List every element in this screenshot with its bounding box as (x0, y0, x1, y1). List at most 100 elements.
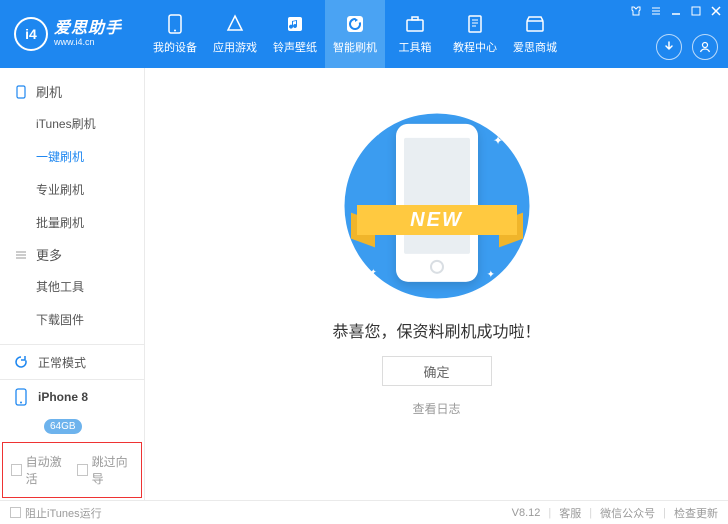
sidebar-item-oneclick[interactable]: 一键刷机 (0, 140, 144, 173)
view-log-label: 查看日志 (412, 402, 460, 416)
checkbox-label: 阻止iTunes运行 (25, 505, 102, 521)
checkbox-block-itunes[interactable]: 阻止iTunes运行 (10, 505, 102, 521)
checkbox-label: 自动激活 (26, 453, 67, 487)
menu-icon[interactable] (648, 3, 664, 19)
bottom-checks: 自动激活 跳过向导 (2, 442, 142, 498)
nav-label: 应用游戏 (213, 39, 257, 55)
checkbox-label: 跳过向导 (92, 453, 133, 487)
nav-ringtones[interactable]: 铃声壁纸 (265, 0, 325, 68)
app-title: 爱思助手 (54, 20, 122, 38)
sidebar-item-label: 下载固件 (36, 313, 84, 327)
storage-row: 64GB (12, 418, 132, 432)
footer: 阻止iTunes运行 V8.12 | 客服 | 微信公众号 | 检查更新 (0, 500, 728, 524)
sidebar-item-batch[interactable]: 批量刷机 (0, 206, 144, 239)
sidebar-item-label: 一键刷机 (36, 150, 84, 164)
sidebar-item-label: 其他工具 (36, 280, 84, 294)
sidebar-scroll: 刷机 iTunes刷机 一键刷机 专业刷机 批量刷机 更多 其他工具 下载固件 … (0, 68, 144, 344)
body: 刷机 iTunes刷机 一键刷机 专业刷机 批量刷机 更多 其他工具 下载固件 … (0, 68, 728, 500)
sidebar: 刷机 iTunes刷机 一键刷机 专业刷机 批量刷机 更多 其他工具 下载固件 … (0, 68, 145, 500)
version-label: V8.12 (512, 507, 541, 519)
wechat-link[interactable]: 微信公众号 (600, 505, 655, 521)
sidebar-item-advanced[interactable]: 高级功能 (0, 336, 144, 344)
doc-icon (464, 13, 486, 35)
user-button[interactable] (692, 34, 718, 60)
nav-store[interactable]: 爱思商城 (505, 0, 565, 68)
sidebar-bottom: 正常模式 iPhone 8 64GB 自动激活 跳过向导 (0, 344, 144, 500)
nav-label: 铃声壁纸 (273, 39, 317, 55)
sidebar-item-download-fw[interactable]: 下载固件 (0, 303, 144, 336)
nav-label: 我的设备 (153, 39, 197, 55)
minimize-icon[interactable] (668, 3, 684, 19)
sparkle-icon: ✦ (374, 128, 382, 139)
header: i4 爱思助手 www.i4.cn 我的设备 应用游戏 铃声壁纸 智能刷机 工具… (0, 0, 728, 68)
phone-icon (164, 13, 186, 35)
support-link[interactable]: 客服 (559, 505, 581, 521)
sidebar-item-label: iTunes刷机 (36, 117, 96, 131)
device-section[interactable]: iPhone 8 64GB (0, 379, 144, 442)
flash-icon (344, 13, 366, 35)
nav-flash[interactable]: 智能刷机 (325, 0, 385, 68)
checkbox-skip-guide[interactable]: 跳过向导 (77, 453, 133, 487)
logo-text: 爱思助手 www.i4.cn (54, 20, 122, 47)
success-illustration: ✦ ✦ ✦ ✦ NEW (322, 116, 552, 296)
logo-icon: i4 (14, 17, 48, 51)
nav-tabs: 我的设备 应用游戏 铃声壁纸 智能刷机 工具箱 教程中心 爱思商城 (145, 0, 565, 68)
sidebar-item-label: 批量刷机 (36, 216, 84, 230)
checkbox-auto-activate[interactable]: 自动激活 (11, 453, 67, 487)
view-log-link[interactable]: 查看日志 (145, 400, 728, 417)
apps-icon (224, 13, 246, 35)
sidebar-item-othertools[interactable]: 其他工具 (0, 270, 144, 303)
nav-my-device[interactable]: 我的设备 (145, 0, 205, 68)
sparkle-icon: ✦ (487, 270, 495, 281)
device-name: iPhone 8 (38, 390, 88, 404)
checkbox-icon (11, 464, 22, 476)
separator: | (663, 507, 666, 519)
more-icon (14, 249, 28, 261)
close-icon[interactable] (708, 3, 724, 19)
refresh-icon (12, 353, 30, 371)
footer-right: V8.12 | 客服 | 微信公众号 | 检查更新 (512, 505, 718, 521)
separator: | (548, 507, 551, 519)
ok-button[interactable]: 确定 (382, 356, 492, 386)
skin-icon[interactable] (628, 3, 644, 19)
ok-button-label: 确定 (423, 362, 449, 381)
phone-outline-icon (14, 85, 28, 99)
nav-apps[interactable]: 应用游戏 (205, 0, 265, 68)
nav-toolbox[interactable]: 工具箱 (385, 0, 445, 68)
nav-label: 工具箱 (399, 39, 432, 55)
sidebar-group-more: 更多 (0, 239, 144, 270)
nav-tutorials[interactable]: 教程中心 (445, 0, 505, 68)
check-update-link[interactable]: 检查更新 (674, 505, 718, 521)
music-icon (284, 13, 306, 35)
phone-home-button (430, 260, 444, 274)
sidebar-item-label: 专业刷机 (36, 183, 84, 197)
group-label: 刷机 (36, 82, 62, 101)
toolbox-icon (404, 13, 426, 35)
sidebar-item-itunes[interactable]: iTunes刷机 (0, 107, 144, 140)
sparkle-icon: ✦ (493, 134, 503, 148)
download-button[interactable] (656, 34, 682, 60)
success-message: 恭喜您，保资料刷机成功啦！ (145, 318, 728, 342)
ribbon: NEW (357, 197, 517, 243)
link-label: 微信公众号 (600, 508, 655, 520)
nav-label: 爱思商城 (513, 39, 557, 55)
mode-section[interactable]: 正常模式 (0, 344, 144, 379)
mode-label: 正常模式 (38, 354, 86, 371)
app-url: www.i4.cn (54, 38, 122, 48)
separator: | (589, 507, 592, 519)
maximize-icon[interactable] (688, 3, 704, 19)
group-label: 更多 (36, 245, 62, 264)
logo-area: i4 爱思助手 www.i4.cn (0, 17, 145, 51)
device-icon (12, 388, 30, 406)
store-icon (524, 13, 546, 35)
ribbon-text: NEW (357, 205, 517, 235)
sparkle-icon: ✦ (370, 268, 377, 277)
nav-label: 智能刷机 (333, 39, 377, 55)
sidebar-item-pro[interactable]: 专业刷机 (0, 173, 144, 206)
window-controls (628, 3, 724, 19)
main-content: ✦ ✦ ✦ ✦ NEW 恭喜您，保资料刷机成功啦！ 确定 查看日志 (145, 68, 728, 500)
link-label: 检查更新 (674, 508, 718, 520)
checkbox-icon (77, 464, 88, 476)
header-right-buttons (656, 34, 718, 60)
nav-label: 教程中心 (453, 39, 497, 55)
